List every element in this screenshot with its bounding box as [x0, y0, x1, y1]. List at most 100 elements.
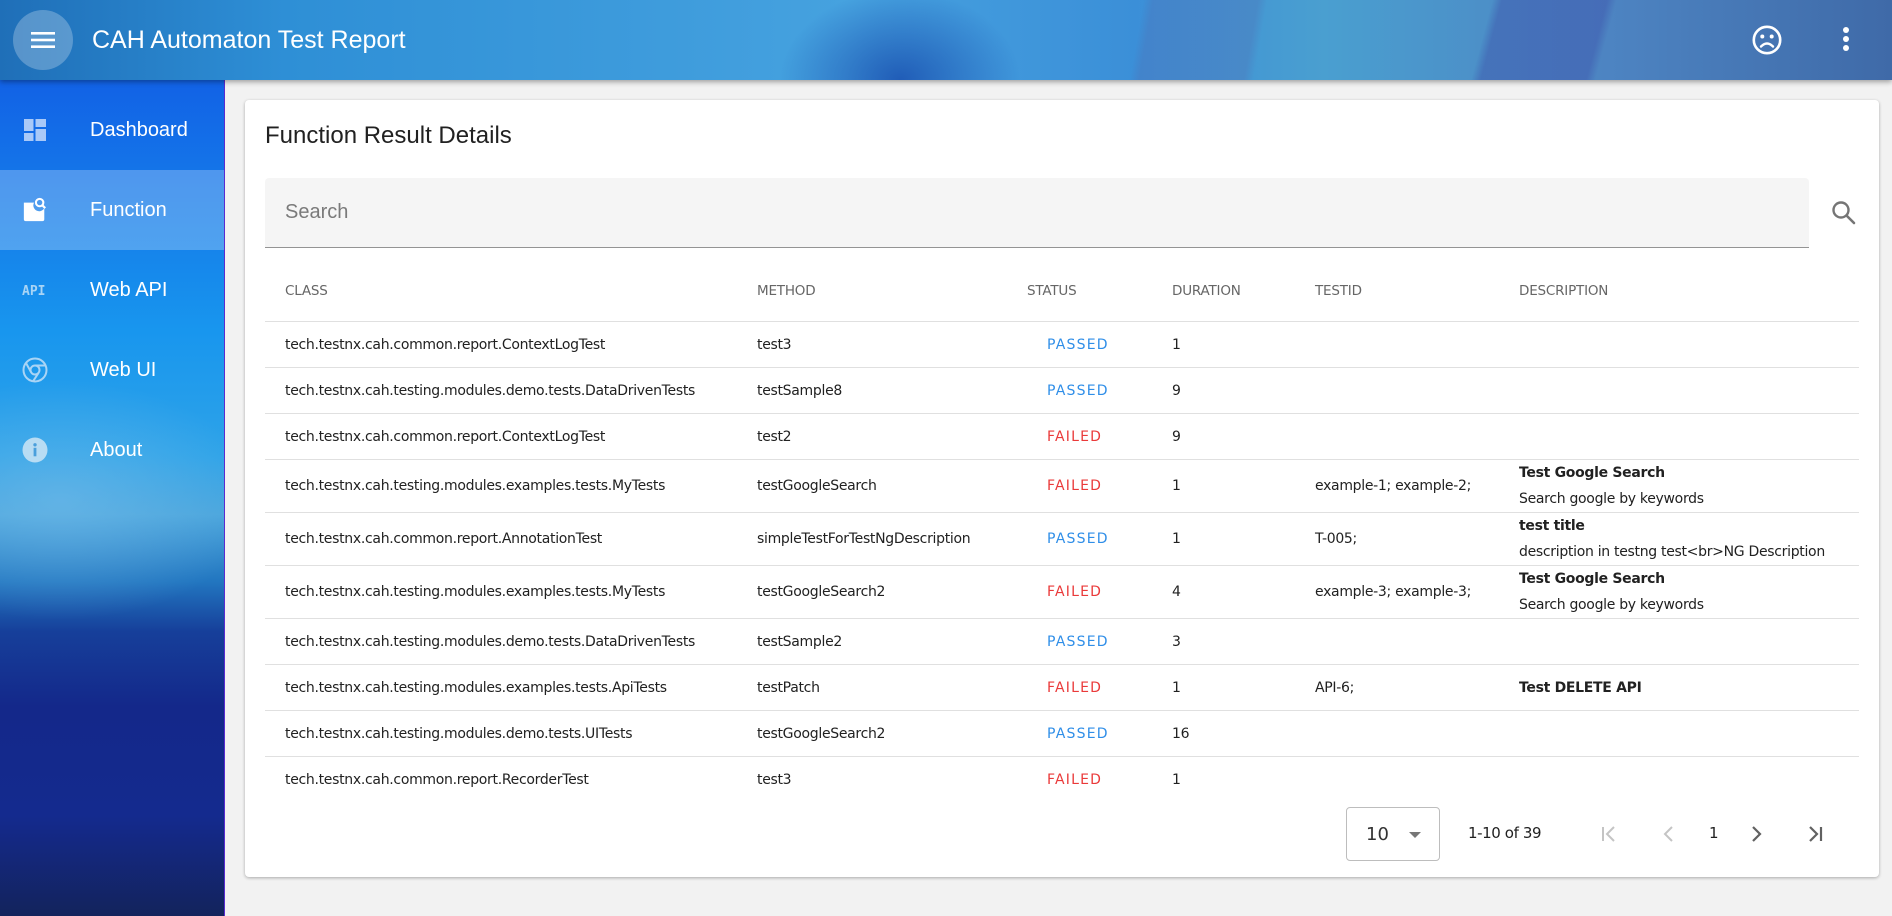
hamburger-menu-icon: [31, 32, 55, 48]
dashboard-icon: [22, 117, 48, 143]
cell-class: tech.testnx.cah.common.report.ContextLog…: [285, 336, 606, 353]
cell-status: FAILED: [1027, 414, 1167, 459]
cell-class: tech.testnx.cah.testing.modules.examples…: [285, 478, 666, 494]
search-input[interactable]: [265, 178, 1809, 247]
cell-testid: [1315, 711, 1515, 756]
status-badge: PASSED: [1047, 336, 1109, 353]
menu-button[interactable]: [13, 10, 73, 70]
cell-description: [1519, 322, 1859, 367]
first-page-icon: [1602, 826, 1615, 842]
rows-per-page-value: 10: [1366, 823, 1389, 845]
chrome-icon: [22, 357, 48, 383]
first-page-button[interactable]: [1595, 820, 1623, 848]
table-row[interactable]: tech.testnx.cah.testing.modules.examples…: [265, 460, 1859, 513]
cell-testid: T-005;: [1315, 531, 1357, 547]
sidebar: Dashboard Function API Web API Web UI Ab…: [0, 80, 225, 916]
function-search-icon: [22, 197, 48, 223]
cell-duration: 1: [1172, 679, 1181, 696]
description-title: test title: [1519, 518, 1585, 534]
cell-description: Test Google Search Search google by keywo…: [1519, 566, 1859, 618]
table-row[interactable]: tech.testnx.cah.common.report.Annotation…: [265, 513, 1859, 566]
cell-duration: 9: [1172, 382, 1181, 399]
cell-method: test3: [757, 336, 792, 353]
sidebar-item-function[interactable]: Function: [0, 170, 224, 250]
sidebar-item-web-ui[interactable]: Web UI: [0, 330, 224, 410]
results-table: CLASS METHOD STATUS DURATION TESTID DESC…: [265, 260, 1859, 803]
cell-duration: 9: [1172, 428, 1181, 445]
sad-face-icon[interactable]: [1751, 24, 1783, 56]
cell-duration: 1: [1172, 478, 1181, 494]
last-page-button[interactable]: [1801, 820, 1829, 848]
table-row[interactable]: tech.testnx.cah.common.report.ContextLog…: [265, 322, 1859, 368]
cell-status: PASSED: [1027, 711, 1167, 756]
column-header-label: DESCRIPTION: [1519, 282, 1609, 299]
search-field[interactable]: [265, 178, 1809, 248]
chevron-left-icon: [1663, 826, 1673, 842]
status-badge: PASSED: [1047, 725, 1109, 742]
cell-method: testSample2: [757, 633, 842, 650]
table-row[interactable]: tech.testnx.cah.common.report.ContextLog…: [265, 414, 1859, 460]
table-row[interactable]: tech.testnx.cah.testing.modules.demo.tes…: [265, 711, 1859, 757]
cell-method: testSample8: [757, 382, 842, 399]
pagination-range: 1-10 of 39: [1468, 824, 1542, 842]
status-badge: FAILED: [1047, 428, 1103, 445]
table-row[interactable]: tech.testnx.cah.testing.modules.demo.tes…: [265, 619, 1859, 665]
rows-per-page-select[interactable]: 10: [1346, 807, 1440, 861]
column-header-description[interactable]: DESCRIPTION: [1519, 260, 1859, 321]
description-text: Search google by keywords: [1519, 597, 1704, 613]
cell-class: tech.testnx.cah.common.report.Annotation…: [285, 531, 602, 547]
more-vert-icon[interactable]: [1832, 24, 1860, 56]
cell-class: tech.testnx.cah.testing.modules.demo.tes…: [285, 725, 633, 742]
cell-duration: 4: [1172, 584, 1181, 600]
cell-duration: 3: [1172, 633, 1181, 650]
column-header-class[interactable]: CLASS: [285, 260, 745, 321]
info-icon: [22, 437, 48, 463]
cell-status: PASSED: [1027, 619, 1167, 664]
sidebar-item-label: Web API: [90, 278, 168, 301]
previous-page-button[interactable]: [1655, 820, 1683, 848]
status-badge: PASSED: [1047, 531, 1109, 547]
cell-testid: [1315, 619, 1515, 664]
status-badge: FAILED: [1047, 478, 1103, 494]
cell-method: simpleTestForTestNgDescription: [757, 531, 971, 547]
cell-status: PASSED: [1027, 368, 1167, 413]
page-title: Function Result Details: [265, 122, 512, 149]
sidebar-item-label: Web UI: [90, 358, 157, 381]
table-body: tech.testnx.cah.common.report.ContextLog…: [265, 322, 1859, 803]
table-row[interactable]: tech.testnx.cah.testing.modules.examples…: [265, 665, 1859, 711]
cell-description: [1519, 414, 1859, 459]
description-title: Test DELETE API: [1519, 679, 1642, 696]
last-page-icon: [1809, 826, 1823, 842]
cell-testid: [1315, 368, 1515, 413]
cell-status: FAILED: [1027, 460, 1167, 512]
column-header-method[interactable]: METHOD: [757, 260, 1017, 321]
description-text: Search google by keywords: [1519, 491, 1704, 507]
description-title: Test Google Search: [1519, 571, 1665, 587]
cell-duration: 16: [1172, 725, 1190, 742]
table-row[interactable]: tech.testnx.cah.testing.modules.examples…: [265, 566, 1859, 619]
sidebar-item-web-api[interactable]: API Web API: [0, 250, 224, 330]
cell-class: tech.testnx.cah.testing.modules.examples…: [285, 679, 667, 696]
cell-class: tech.testnx.cah.testing.modules.demo.tes…: [285, 633, 696, 650]
cell-method: testPatch: [757, 679, 820, 696]
sidebar-item-dashboard[interactable]: Dashboard: [0, 90, 224, 170]
cell-testid: [1315, 322, 1515, 367]
column-header-duration[interactable]: DURATION: [1172, 260, 1312, 321]
table-row[interactable]: tech.testnx.cah.common.report.RecorderTe…: [265, 757, 1859, 803]
table-header-row: CLASS METHOD STATUS DURATION TESTID DESC…: [265, 260, 1859, 322]
api-icon: API: [22, 277, 48, 303]
cell-duration: 1: [1172, 531, 1181, 547]
cell-testid: example-1; example-2;: [1315, 478, 1472, 494]
sidebar-item-about[interactable]: About: [0, 410, 224, 490]
cell-status: PASSED: [1027, 322, 1167, 367]
cell-method: testGoogleSearch2: [757, 584, 886, 600]
column-header-status[interactable]: STATUS: [1027, 260, 1167, 321]
cell-status: PASSED: [1027, 513, 1167, 565]
status-badge: FAILED: [1047, 772, 1103, 788]
cell-method: test2: [757, 428, 792, 445]
table-row[interactable]: tech.testnx.cah.testing.modules.demo.tes…: [265, 368, 1859, 414]
search-icon[interactable]: [1830, 199, 1858, 227]
column-header-testid[interactable]: TESTID: [1315, 260, 1515, 321]
next-page-button[interactable]: [1742, 820, 1770, 848]
cell-description: [1519, 368, 1859, 413]
